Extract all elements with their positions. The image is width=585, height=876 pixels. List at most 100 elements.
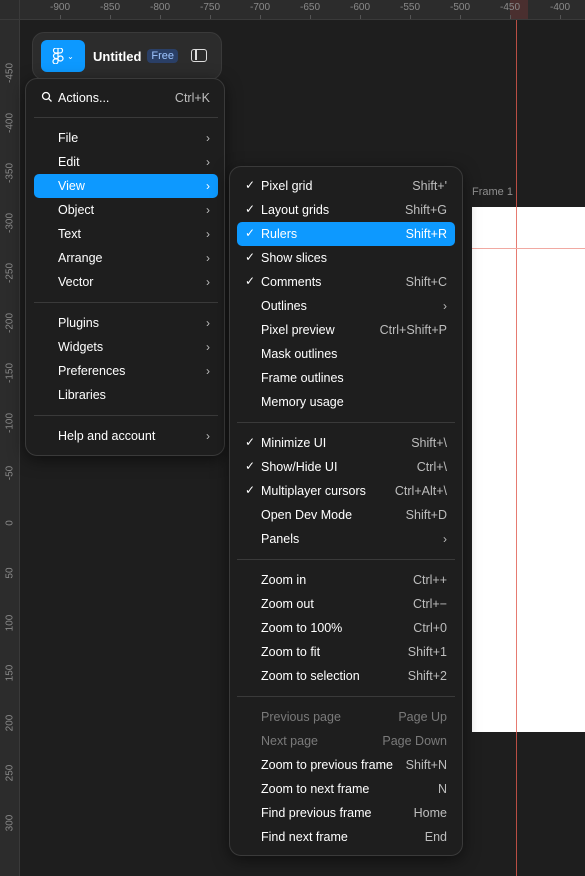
menu-separator	[237, 559, 455, 560]
view-menu-item-frame-outlines[interactable]: Frame outlines	[237, 366, 455, 390]
menu-separator	[237, 696, 455, 697]
menu-item-shortcut: End	[424, 830, 447, 844]
menu-item-shortcut: Shift+G	[404, 203, 447, 217]
view-menu-item-zoom-to-fit[interactable]: Zoom to fit Shift+1	[237, 640, 455, 664]
view-menu-item-zoom-to-previous-frame[interactable]: Zoom to previous frame Shift+N	[237, 753, 455, 777]
menu-item-libraries[interactable]: Libraries	[34, 383, 218, 407]
menu-item-shortcut: Ctrl+K	[174, 91, 210, 105]
menu-item-widgets[interactable]: Widgets ›	[34, 335, 218, 359]
view-menu-item-show-slices[interactable]: ✓ Show slices	[237, 246, 455, 270]
menu-item-label: Mask outlines	[261, 347, 338, 361]
menu-item-view[interactable]: View ›	[34, 174, 218, 198]
menu-item-label: Find previous frame	[261, 806, 372, 820]
menu-item-label: Zoom in	[261, 573, 307, 587]
ruler-tick-text: -500	[449, 2, 471, 13]
menu-item-label: Frame outlines	[261, 371, 344, 385]
view-menu-item-mask-outlines[interactable]: Mask outlines	[237, 342, 455, 366]
menu-separator	[34, 415, 218, 416]
chevron-right-icon: ›	[206, 203, 210, 217]
view-menu-item-memory-usage[interactable]: Memory usage	[237, 390, 455, 414]
view-menu-item-next-page[interactable]: Next page Page Down	[237, 729, 455, 753]
menu-item-arrange[interactable]: Arrange ›	[34, 246, 218, 270]
ruler-tick-line	[410, 15, 411, 19]
frame-1[interactable]	[472, 207, 585, 732]
view-menu-item-pixel-preview[interactable]: Pixel preview Ctrl+Shift+P	[237, 318, 455, 342]
view-menu-item-open-dev-mode[interactable]: Open Dev Mode Shift+D	[237, 503, 455, 527]
menu-item-shortcut: Shift+'	[412, 179, 447, 193]
checkmark-icon: ✓	[245, 483, 256, 497]
view-menu-item-comments[interactable]: ✓ Comments Shift+C	[237, 270, 455, 294]
menu-item-label: Zoom out	[261, 597, 314, 611]
view-menu-item-zoom-to-100[interactable]: Zoom to 100% Ctrl+0	[237, 616, 455, 640]
ruler-tick-text: -750	[199, 2, 221, 13]
sidebar-toggle-icon[interactable]	[191, 49, 207, 62]
view-submenu: ✓ Pixel grid Shift+' ✓ Layout grids Shift+G ✓ R…	[229, 166, 463, 856]
figma-logo-icon	[52, 48, 64, 64]
menu-item-plugins[interactable]: Plugins ›	[34, 311, 218, 335]
menu-item-help-and-account[interactable]: Help and account ›	[34, 424, 218, 448]
checkmark-icon: ✓	[245, 226, 256, 240]
checkmark-icon: ✓	[245, 178, 256, 192]
menu-item-shortcut: Shift+R	[405, 227, 447, 241]
ruler-tick-text: 250	[4, 764, 16, 782]
menu-item-file[interactable]: File ›	[34, 126, 218, 150]
ruler-tick-text: 100	[4, 614, 16, 632]
menu-item-label: Minimize UI	[261, 436, 327, 450]
menu-item-label: Open Dev Mode	[261, 508, 353, 522]
top-ruler[interactable]: -900 -850 -800 -750 -700 -650 -600 -550 -500 -450…	[0, 0, 585, 20]
file-title[interactable]: Untitled	[93, 49, 141, 64]
menu-item-edit[interactable]: Edit ›	[34, 150, 218, 174]
view-menu-item-zoom-in[interactable]: Zoom in Ctrl++	[237, 568, 455, 592]
view-menu-item-zoom-out[interactable]: Zoom out Ctrl+−	[237, 592, 455, 616]
chevron-right-icon: ›	[206, 340, 210, 354]
menu-item-label: Text	[58, 227, 81, 241]
view-menu-item-pixel-grid[interactable]: ✓ Pixel grid Shift+'	[237, 174, 455, 198]
actions-search-item[interactable]: Actions... Ctrl+K	[34, 86, 218, 110]
vertical-guide[interactable]	[516, 20, 517, 876]
view-menu-item-find-previous-frame[interactable]: Find previous frame Home	[237, 801, 455, 825]
plan-badge: Free	[147, 49, 179, 63]
view-menu-item-panels[interactable]: Panels ›	[237, 527, 455, 551]
checkmark-icon: ✓	[245, 250, 256, 264]
menu-item-shortcut: Shift+C	[405, 275, 447, 289]
menu-item-shortcut: Shift+\	[411, 436, 447, 450]
view-menu-item-layout-grids[interactable]: ✓ Layout grids Shift+G	[237, 198, 455, 222]
checkmark-icon: ✓	[245, 459, 256, 473]
view-menu-item-zoom-to-next-frame[interactable]: Zoom to next frame N	[237, 777, 455, 801]
main-menu-button[interactable]: ⌄	[41, 40, 85, 72]
menu-item-label: Preferences	[58, 364, 126, 378]
menu-item-object[interactable]: Object ›	[34, 198, 218, 222]
menu-item-label: Vector	[58, 275, 94, 289]
menu-item-label: Zoom to next frame	[261, 782, 370, 796]
view-menu-item-zoom-to-selection[interactable]: Zoom to selection Shift+2	[237, 664, 455, 688]
ruler-tick-text: -450	[499, 2, 521, 13]
left-ruler[interactable]: -450 -400 -350 -300 -250 -200 -150 -100 -50 0 50 10…	[0, 20, 20, 876]
ruler-tick-text: 50	[4, 567, 16, 579]
chevron-right-icon: ›	[206, 155, 210, 169]
file-toolbar: ⌄ Untitled Free	[32, 32, 222, 80]
ruler-tick-text: -200	[4, 312, 16, 334]
view-menu-item-show-hide-ui[interactable]: ✓ Show/Hide UI Ctrl+\	[237, 455, 455, 479]
ruler-tick-line	[160, 15, 161, 19]
menu-item-text[interactable]: Text ›	[34, 222, 218, 246]
view-menu-item-previous-page[interactable]: Previous page Page Up	[237, 705, 455, 729]
menu-item-shortcut: Ctrl+Shift+P	[379, 323, 447, 337]
menu-item-label: View	[58, 179, 85, 193]
view-menu-item-minimize-ui[interactable]: ✓ Minimize UI Shift+\	[237, 431, 455, 455]
menu-item-preferences[interactable]: Preferences ›	[34, 359, 218, 383]
menu-item-label: Zoom to previous frame	[261, 758, 393, 772]
view-menu-item-outlines[interactable]: Outlines ›	[237, 294, 455, 318]
horizontal-guide[interactable]	[472, 248, 585, 249]
chevron-right-icon: ›	[206, 227, 210, 241]
view-menu-item-rulers[interactable]: ✓ Rulers Shift+R	[237, 222, 455, 246]
menu-item-label: Pixel grid	[261, 179, 313, 193]
menu-item-vector[interactable]: Vector ›	[34, 270, 218, 294]
view-menu-item-find-next-frame[interactable]: Find next frame End	[237, 825, 455, 849]
menu-item-shortcut: Shift+N	[405, 758, 447, 772]
ruler-tick-line	[110, 15, 111, 19]
menu-item-label: Widgets	[58, 340, 104, 354]
chevron-right-icon: ›	[206, 364, 210, 378]
frame-label[interactable]: Frame 1	[472, 186, 513, 198]
view-menu-item-multiplayer-cursors[interactable]: ✓ Multiplayer cursors Ctrl+Alt+\	[237, 479, 455, 503]
menu-item-label: Show/Hide UI	[261, 460, 338, 474]
